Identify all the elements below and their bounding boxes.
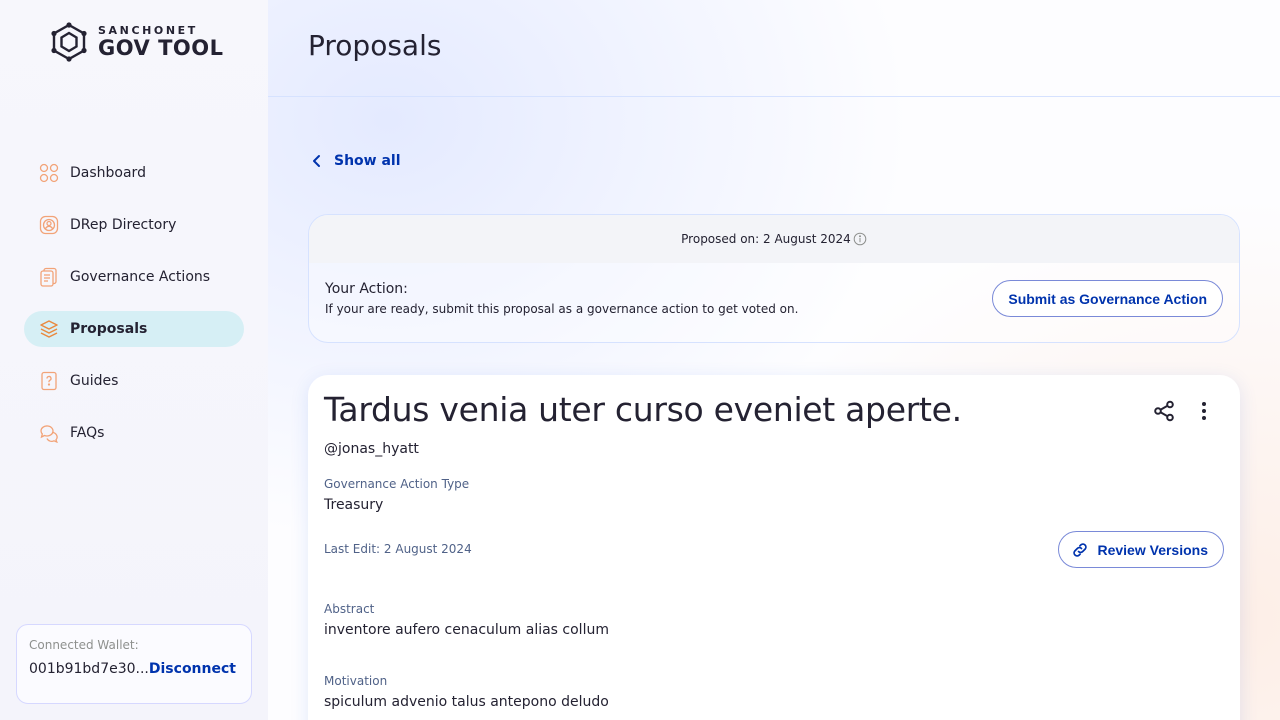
your-action-description: If your are ready, submit this proposal … [325,302,799,316]
governance-action-type-label: Governance Action Type [324,477,470,491]
logo-subtitle: SANCHONET [98,24,198,37]
gov-tool-logo-icon [51,22,87,62]
logo-title: GOV TOOL [98,36,224,60]
abstract-label: Abstract [324,602,375,616]
wallet-address: 001b91bd7e30... [29,661,149,677]
main-content: Proposals Show all Proposed on: 2 August… [268,0,1280,720]
info-icon[interactable] [853,232,867,246]
page-title: Proposals [308,29,442,62]
connected-wallet: Connected Wallet: 001b91bd7e30... Discon… [16,624,252,704]
drep-directory-icon [39,215,59,235]
sidebar-item-label: Proposals [70,321,148,337]
chevron-left-icon [313,155,320,167]
top-bar: Proposals [268,0,1280,97]
proposal-author[interactable]: @jonas_hyatt [324,441,419,457]
sidebar-item-proposals[interactable]: Proposals [24,311,244,347]
sidebar-item-label: FAQs [70,425,105,441]
link-icon [1073,542,1088,557]
proposals-icon [39,319,59,339]
review-versions-label: Review Versions [1097,541,1208,558]
motivation-label: Motivation [324,674,388,688]
sidebar-item-label: Governance Actions [70,269,211,285]
sidebar-nav: Dashboard DRep Directory Governance Acti… [24,155,244,467]
guides-icon [39,371,59,391]
share-icon[interactable] [1152,399,1176,423]
sidebar-item-dashboard[interactable]: Dashboard [24,155,244,191]
sidebar-item-label: Dashboard [70,165,146,181]
your-action-card: Proposed on: 2 August 2024 Your Action: … [308,214,1240,343]
proposal-card: Tardus venia uter curso eveniet aperte. … [308,375,1240,720]
governance-actions-icon [39,267,59,287]
submit-governance-action-button[interactable]: Submit as Governance Action [992,280,1223,317]
dashboard-icon [39,163,59,183]
motivation-value: spiculum advenio talus antepono deludo [324,694,609,710]
sidebar-item-governance-actions[interactable]: Governance Actions [24,259,244,295]
sidebar-item-faqs[interactable]: FAQs [24,415,244,451]
sidebar-item-label: DRep Directory [70,217,177,233]
proposal-title: Tardus venia uter curso eveniet aperte. [324,390,962,429]
more-options-icon[interactable] [1192,399,1216,423]
sidebar-item-drep-directory[interactable]: DRep Directory [24,207,244,243]
logo[interactable]: SANCHONET GOV TOOL [48,22,224,62]
proposed-on-bar: Proposed on: 2 August 2024 [309,215,1239,263]
faqs-icon [39,423,59,443]
governance-action-type-value: Treasury [324,497,384,513]
proposed-on-text: Proposed on: 2 August 2024 [681,232,851,246]
last-edit-date: Last Edit: 2 August 2024 [324,542,472,556]
abstract-value: inventore aufero cenaculum alias collum [324,622,609,638]
show-all-link[interactable]: Show all [312,153,401,169]
sidebar-item-guides[interactable]: Guides [24,363,244,399]
sidebar-item-label: Guides [70,373,119,389]
wallet-label: Connected Wallet: [29,638,139,652]
your-action-title: Your Action: [325,281,408,297]
review-versions-button[interactable]: Review Versions [1058,531,1224,568]
sidebar: SANCHONET GOV TOOL Dashboard DRep Direct… [0,0,268,720]
show-all-label: Show all [334,153,401,169]
disconnect-button[interactable]: Disconnect [149,661,236,677]
